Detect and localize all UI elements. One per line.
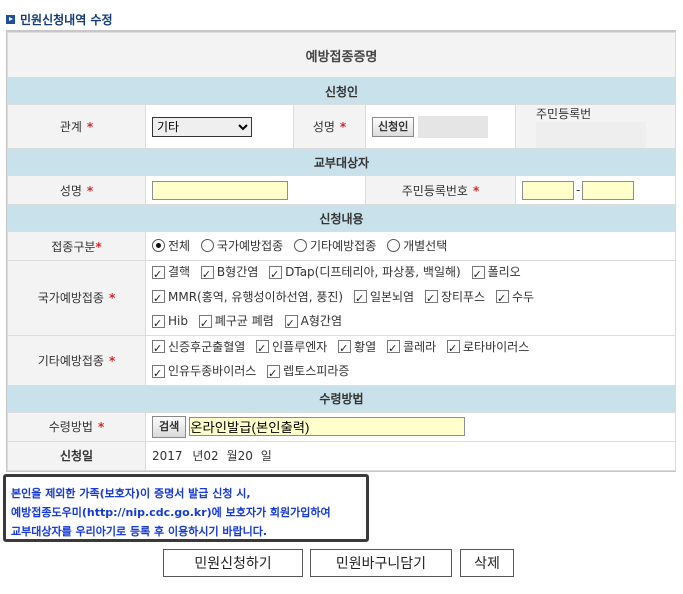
applicant-name-label: 성명 * xyxy=(293,104,366,149)
applicant-id-label: 주민등록번 xyxy=(515,104,676,149)
receipt-method-label: 수령방법 * xyxy=(7,411,146,442)
national-item[interactable]: 장티푸스 xyxy=(424,286,485,310)
type-option-individual[interactable]: 개별선택 xyxy=(387,237,447,254)
section-recipient: 교부대상자 xyxy=(7,148,676,176)
other-vaccination-label: 기타예방접종 * xyxy=(7,334,146,386)
checkbox-checked-icon xyxy=(152,288,165,310)
checkbox-checked-icon xyxy=(152,264,165,286)
other-item[interactable]: 렙토스피라증 xyxy=(267,360,349,385)
applicant-name-button[interactable]: 신청인 xyxy=(372,116,415,137)
notice-line: 예방접종도우미(http://nip.cdc.go.kr)에 보호자가 회원가입… xyxy=(11,506,331,519)
application-form: 예방접종증명 신청인 관계 * 기타 성명 * 신청인 주민등록번 교부대상자 성명… xyxy=(6,30,676,472)
other-item[interactable]: 황열 xyxy=(338,336,376,360)
application-date-value: 2017 년02 월20 일 xyxy=(145,440,676,471)
relation-cell: 기타 xyxy=(145,104,294,149)
recipient-name-input[interactable] xyxy=(152,180,288,200)
application-date-label: 신청일 xyxy=(7,440,146,471)
search-button[interactable]: 검색 xyxy=(152,415,187,438)
submit-application-button[interactable]: 민원신청하기 xyxy=(163,549,303,577)
radio-selected-icon xyxy=(152,239,165,252)
radio-icon xyxy=(200,239,214,252)
checkbox-checked-icon xyxy=(424,288,438,310)
national-vaccination-label: 국가예방접종 * xyxy=(7,260,146,336)
type-option-national[interactable]: 국가예방접종 xyxy=(200,237,283,254)
applicant-id-redacted xyxy=(536,122,646,148)
type-option-other[interactable]: 기타예방접종 xyxy=(294,237,376,254)
national-item[interactable]: A형간염 xyxy=(284,310,342,335)
recipient-id-cell: - xyxy=(515,175,676,205)
checkbox-checked-icon xyxy=(256,338,270,360)
notice-line: 본인을 제외한 가족(보호자)이 증명서 발급 신청 시, xyxy=(11,487,251,500)
national-item[interactable]: 폴리오 xyxy=(471,261,521,286)
checkbox-checked-icon xyxy=(152,338,165,360)
checkbox-checked-icon xyxy=(353,288,367,310)
recipient-name-cell xyxy=(145,175,366,205)
checkbox-checked-icon xyxy=(495,288,509,310)
other-item[interactable]: 인유두종바이러스 xyxy=(152,360,256,385)
page-title-text: 민원신청내역 수정 xyxy=(20,13,113,27)
checkbox-checked-icon xyxy=(338,338,352,360)
other-vaccination-list: 신증후군출혈열 인플루엔자 황열 콜레라 로타바이러스 인유두종바이러스 렙토스… xyxy=(145,334,676,386)
relation-select[interactable]: 기타 xyxy=(152,116,252,137)
other-item[interactable]: 로타바이러스 xyxy=(447,336,529,360)
national-item[interactable]: Hib xyxy=(152,310,188,335)
receipt-method-input[interactable] xyxy=(189,417,466,436)
title-bullet-icon xyxy=(6,15,15,24)
national-item[interactable]: 폐구균 폐렴 xyxy=(198,310,274,335)
radio-icon xyxy=(294,239,307,252)
delete-button[interactable]: 삭제 xyxy=(460,549,514,577)
section-applicant: 신청인 xyxy=(7,77,676,105)
recipient-id-front-input[interactable] xyxy=(522,180,574,200)
national-item[interactable]: MMR(홍역, 유행성이하선염, 풍진) xyxy=(152,286,343,310)
national-item[interactable]: 수두 xyxy=(495,286,534,310)
checkbox-checked-icon xyxy=(152,363,165,385)
national-item[interactable]: 결핵 xyxy=(152,261,190,286)
vaccination-type-label: 접종구분* xyxy=(7,231,146,261)
other-item[interactable]: 신증후군출혈열 xyxy=(152,336,245,360)
guardian-notice: 본인을 제외한 가족(보호자)이 증명서 발급 신청 시, 예방접종도우미(ht… xyxy=(3,474,369,542)
checkbox-checked-icon xyxy=(471,264,485,286)
national-item[interactable]: DTap(디프테리아, 파상풍, 백일해) xyxy=(269,261,461,286)
relation-label: 관계 * xyxy=(7,104,146,149)
radio-icon xyxy=(387,239,401,252)
national-item[interactable]: B형간염 xyxy=(200,261,258,286)
checkbox-checked-icon xyxy=(284,313,298,335)
national-item[interactable]: 일본뇌염 xyxy=(353,286,414,310)
page-title: 민원신청내역 수정 xyxy=(6,11,113,28)
type-option-all[interactable]: 전체 xyxy=(152,237,190,254)
recipient-id-label: 주민등록번호 * xyxy=(365,175,516,205)
applicant-name-cell: 신청인 xyxy=(365,104,516,149)
receipt-method-cell: 검색 xyxy=(145,411,676,442)
section-receipt: 수령방법 xyxy=(7,384,676,413)
checkbox-checked-icon xyxy=(152,313,165,335)
recipient-name-label: 성명 * xyxy=(7,175,146,205)
other-item[interactable]: 인플루엔자 xyxy=(256,336,327,360)
notice-line: 교부대상자를 우리아기로 등록 후 이용하시기 바랍니다. xyxy=(11,525,268,538)
add-to-basket-button[interactable]: 민원바구니담기 xyxy=(310,549,452,577)
vaccination-type-options: 전체 국가예방접종 기타예방접종 개별선택 xyxy=(145,231,676,261)
form-main-title: 예방접종증명 xyxy=(7,32,676,78)
checkbox-checked-icon xyxy=(198,313,212,335)
other-item[interactable]: 콜레라 xyxy=(387,336,436,360)
checkbox-checked-icon xyxy=(200,264,214,286)
recipient-id-separator: - xyxy=(576,182,581,197)
recipient-id-back-input[interactable] xyxy=(582,180,635,200)
section-content: 신청내용 xyxy=(7,204,676,232)
checkbox-checked-icon xyxy=(267,363,281,385)
checkbox-checked-icon xyxy=(269,264,283,286)
checkbox-checked-icon xyxy=(387,338,401,360)
checkbox-checked-icon xyxy=(447,338,461,360)
national-vaccination-list: 결핵 B형간염 DTap(디프테리아, 파상풍, 백일해) 폴리오 MMR(홍역… xyxy=(145,260,676,336)
applicant-name-value-redacted xyxy=(418,115,489,138)
